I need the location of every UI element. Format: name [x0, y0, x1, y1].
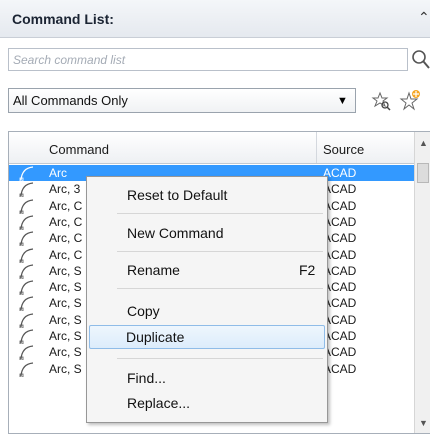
panel-header: Command List: ⌃: [0, 0, 430, 38]
arc-icon: [19, 296, 34, 312]
command-source: ACAD: [323, 214, 357, 229]
command-source: ACAD: [323, 296, 357, 311]
menu-item-new-command[interactable]: New Command: [89, 221, 325, 245]
arc-icon: [19, 247, 34, 263]
arc-icon: [19, 313, 34, 328]
panel-title: Command List:: [12, 11, 114, 27]
command-name: Arc, S: [49, 280, 82, 295]
command-name: Arc, S: [49, 312, 82, 327]
list-header: Command Source: [9, 132, 414, 164]
command-name: Arc, C: [49, 231, 83, 246]
menu-item-label: Replace...: [127, 395, 191, 411]
command-source: ACAD: [323, 361, 357, 376]
command-source: ACAD: [323, 182, 357, 197]
command-name: Arc, 3: [49, 182, 81, 197]
arc-icon: [19, 345, 34, 361]
scroll-up-arrow-icon[interactable]: ▲: [419, 138, 428, 148]
double-chevron-up-icon[interactable]: ⌃: [418, 9, 430, 26]
arc-icon: [19, 166, 34, 181]
menu-separator: [117, 358, 323, 359]
command-name: Arc, S: [49, 296, 82, 311]
command-source: ACAD: [323, 247, 357, 262]
arc-icon: [19, 264, 34, 279]
command-source: ACAD: [323, 329, 357, 343]
menu-item-label: New Command: [127, 225, 224, 241]
arc-icon: [19, 215, 34, 230]
command-source: ACAD: [323, 345, 357, 360]
column-header-source[interactable]: Source: [323, 142, 364, 157]
menu-item-label: Reset to Default: [127, 187, 228, 203]
arc-icon: [19, 361, 34, 377]
command-name: Arc, C: [49, 214, 83, 229]
dropdown-arrow-icon: ▼: [337, 95, 348, 107]
command-source: ACAD: [323, 231, 357, 246]
scroll-down-arrow-icon[interactable]: ▼: [419, 418, 428, 428]
scrollbar-thumb[interactable]: [417, 163, 429, 183]
find-command-icon[interactable]: [370, 90, 392, 112]
magnifier-icon[interactable]: [411, 48, 430, 70]
search-input[interactable]: [13, 50, 393, 69]
menu-item-copy[interactable]: Copy: [89, 299, 325, 323]
column-header-command[interactable]: Command: [49, 142, 109, 157]
command-name: Arc, S: [49, 361, 82, 376]
command-name: Arc, S: [49, 329, 82, 343]
menu-item-label: Copy: [127, 303, 160, 319]
command-name: Arc: [49, 166, 67, 180]
menu-separator: [117, 213, 323, 214]
command-source: ACAD: [323, 166, 357, 180]
filter-selected: All Commands Only: [13, 93, 128, 108]
command-name: Arc, S: [49, 345, 82, 360]
menu-item-label: Duplicate: [126, 329, 185, 345]
command-source: ACAD: [323, 312, 357, 327]
command-name: Arc, C: [49, 198, 83, 213]
menu-item-rename[interactable]: Rename F2: [89, 258, 325, 282]
arc-icon: [19, 280, 34, 296]
menu-item-find[interactable]: Find...: [89, 366, 325, 390]
arc-icon: [19, 231, 34, 247]
vertical-scrollbar[interactable]: ▲ ▼: [414, 132, 430, 433]
context-menu: Reset to Default New Command Rename F2 C…: [86, 176, 328, 423]
menu-item-replace[interactable]: Replace...: [89, 391, 325, 415]
arc-icon: [19, 198, 34, 214]
command-source: ACAD: [323, 198, 357, 213]
menu-separator: [117, 288, 323, 289]
filter-dropdown[interactable]: All Commands Only ▼: [8, 88, 356, 113]
menu-item-label: Find...: [127, 370, 166, 386]
menu-item-duplicate[interactable]: Duplicate: [89, 325, 325, 349]
search-box[interactable]: [8, 48, 408, 71]
new-command-icon[interactable]: [398, 88, 422, 112]
menu-item-shortcut: F2: [299, 262, 316, 278]
command-name: Arc, S: [49, 263, 82, 278]
arc-icon: [19, 329, 34, 344]
column-divider[interactable]: [316, 132, 317, 163]
command-source: ACAD: [323, 280, 357, 295]
menu-item-label: Rename: [127, 262, 180, 278]
command-source: ACAD: [323, 263, 357, 278]
menu-item-reset-to-default[interactable]: Reset to Default: [89, 183, 325, 207]
arc-icon: [19, 182, 34, 198]
command-name: Arc, C: [49, 247, 83, 262]
menu-separator: [117, 251, 323, 252]
